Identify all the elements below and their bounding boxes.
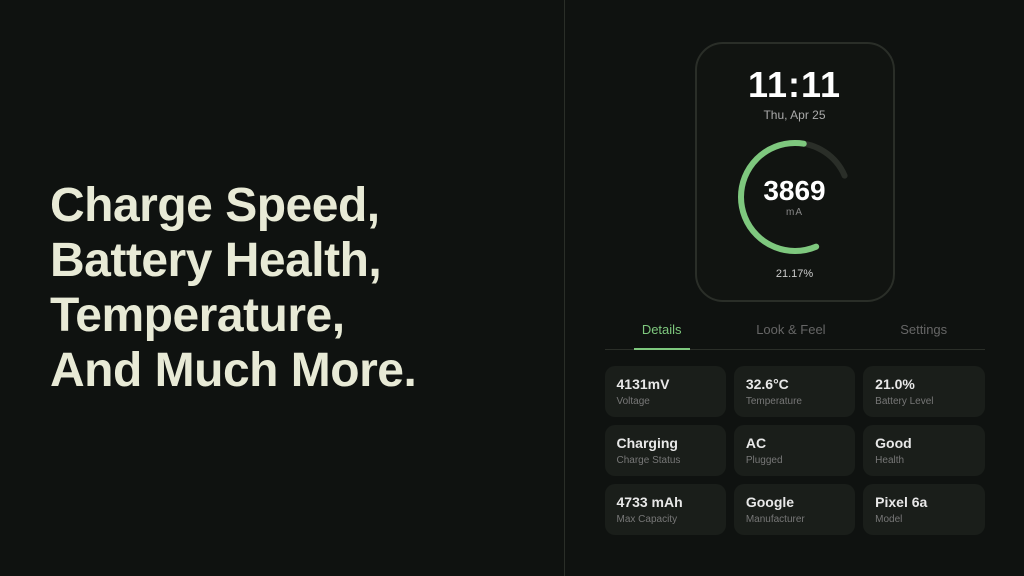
stat-label-plugged: Plugged [746, 455, 783, 466]
stat-value-voltage: 4131mV [617, 376, 670, 392]
phone-time: 11:11 [748, 64, 841, 106]
stat-label-battery-level: Battery Level [875, 396, 933, 407]
stat-card-health: Good Health [863, 425, 984, 476]
stat-card-charge-status: Charging Charge Status [605, 425, 726, 476]
stat-label-voltage: Voltage [617, 396, 650, 407]
stat-value-temperature: 32.6°C [746, 376, 789, 392]
phone-mockup: 11:11 Thu, Apr 25 3869 mA 21.17% [695, 42, 895, 302]
stat-value-manufacturer: Google [746, 494, 794, 510]
stat-value-max-capacity: 4733 mAh [617, 494, 683, 510]
phone-content: 11:11 Thu, Apr 25 3869 mA 21.17% Details [605, 42, 985, 535]
stat-card-temperature: 32.6°C Temperature [734, 366, 855, 417]
stat-value-health: Good [875, 435, 912, 451]
stat-label-max-capacity: Max Capacity [617, 514, 678, 525]
headline: Charge Speed,Battery Health,Temperature,… [50, 178, 416, 399]
stat-card-max-capacity: 4733 mAh Max Capacity [605, 484, 726, 535]
left-panel: Charge Speed,Battery Health,Temperature,… [0, 0, 564, 576]
tab-details[interactable]: Details [634, 318, 690, 350]
stat-label-health: Health [875, 455, 904, 466]
phone-date: Thu, Apr 25 [763, 108, 825, 122]
stat-label-model: Model [875, 514, 902, 525]
gauge-unit: mA [786, 207, 803, 218]
stat-label-temperature: Temperature [746, 396, 802, 407]
gauge-center: 3869 mA [763, 175, 825, 218]
tab-settings[interactable]: Settings [892, 318, 955, 341]
stat-card-model: Pixel 6a Model [863, 484, 984, 535]
stat-card-manufacturer: Google Manufacturer [734, 484, 855, 535]
stat-value-battery-level: 21.0% [875, 376, 915, 392]
stat-value-model: Pixel 6a [875, 494, 927, 510]
tabs-bar: Details Look & Feel Settings [605, 318, 985, 350]
tab-look-feel[interactable]: Look & Feel [748, 318, 833, 341]
stats-grid: 4131mV Voltage 32.6°C Temperature 21.0% … [605, 366, 985, 535]
stat-card-battery-level: 21.0% Battery Level [863, 366, 984, 417]
stat-card-plugged: AC Plugged [734, 425, 855, 476]
stat-value-charge-status: Charging [617, 435, 678, 451]
phone-percent: 21.17% [776, 268, 813, 280]
stat-card-voltage: 4131mV Voltage [605, 366, 726, 417]
gauge-container: 3869 mA [730, 132, 860, 262]
stat-value-plugged: AC [746, 435, 766, 451]
right-panel: 11:11 Thu, Apr 25 3869 mA 21.17% Details [564, 0, 1024, 576]
stat-label-charge-status: Charge Status [617, 455, 681, 466]
gauge-value: 3869 [763, 175, 825, 207]
stat-label-manufacturer: Manufacturer [746, 514, 805, 525]
